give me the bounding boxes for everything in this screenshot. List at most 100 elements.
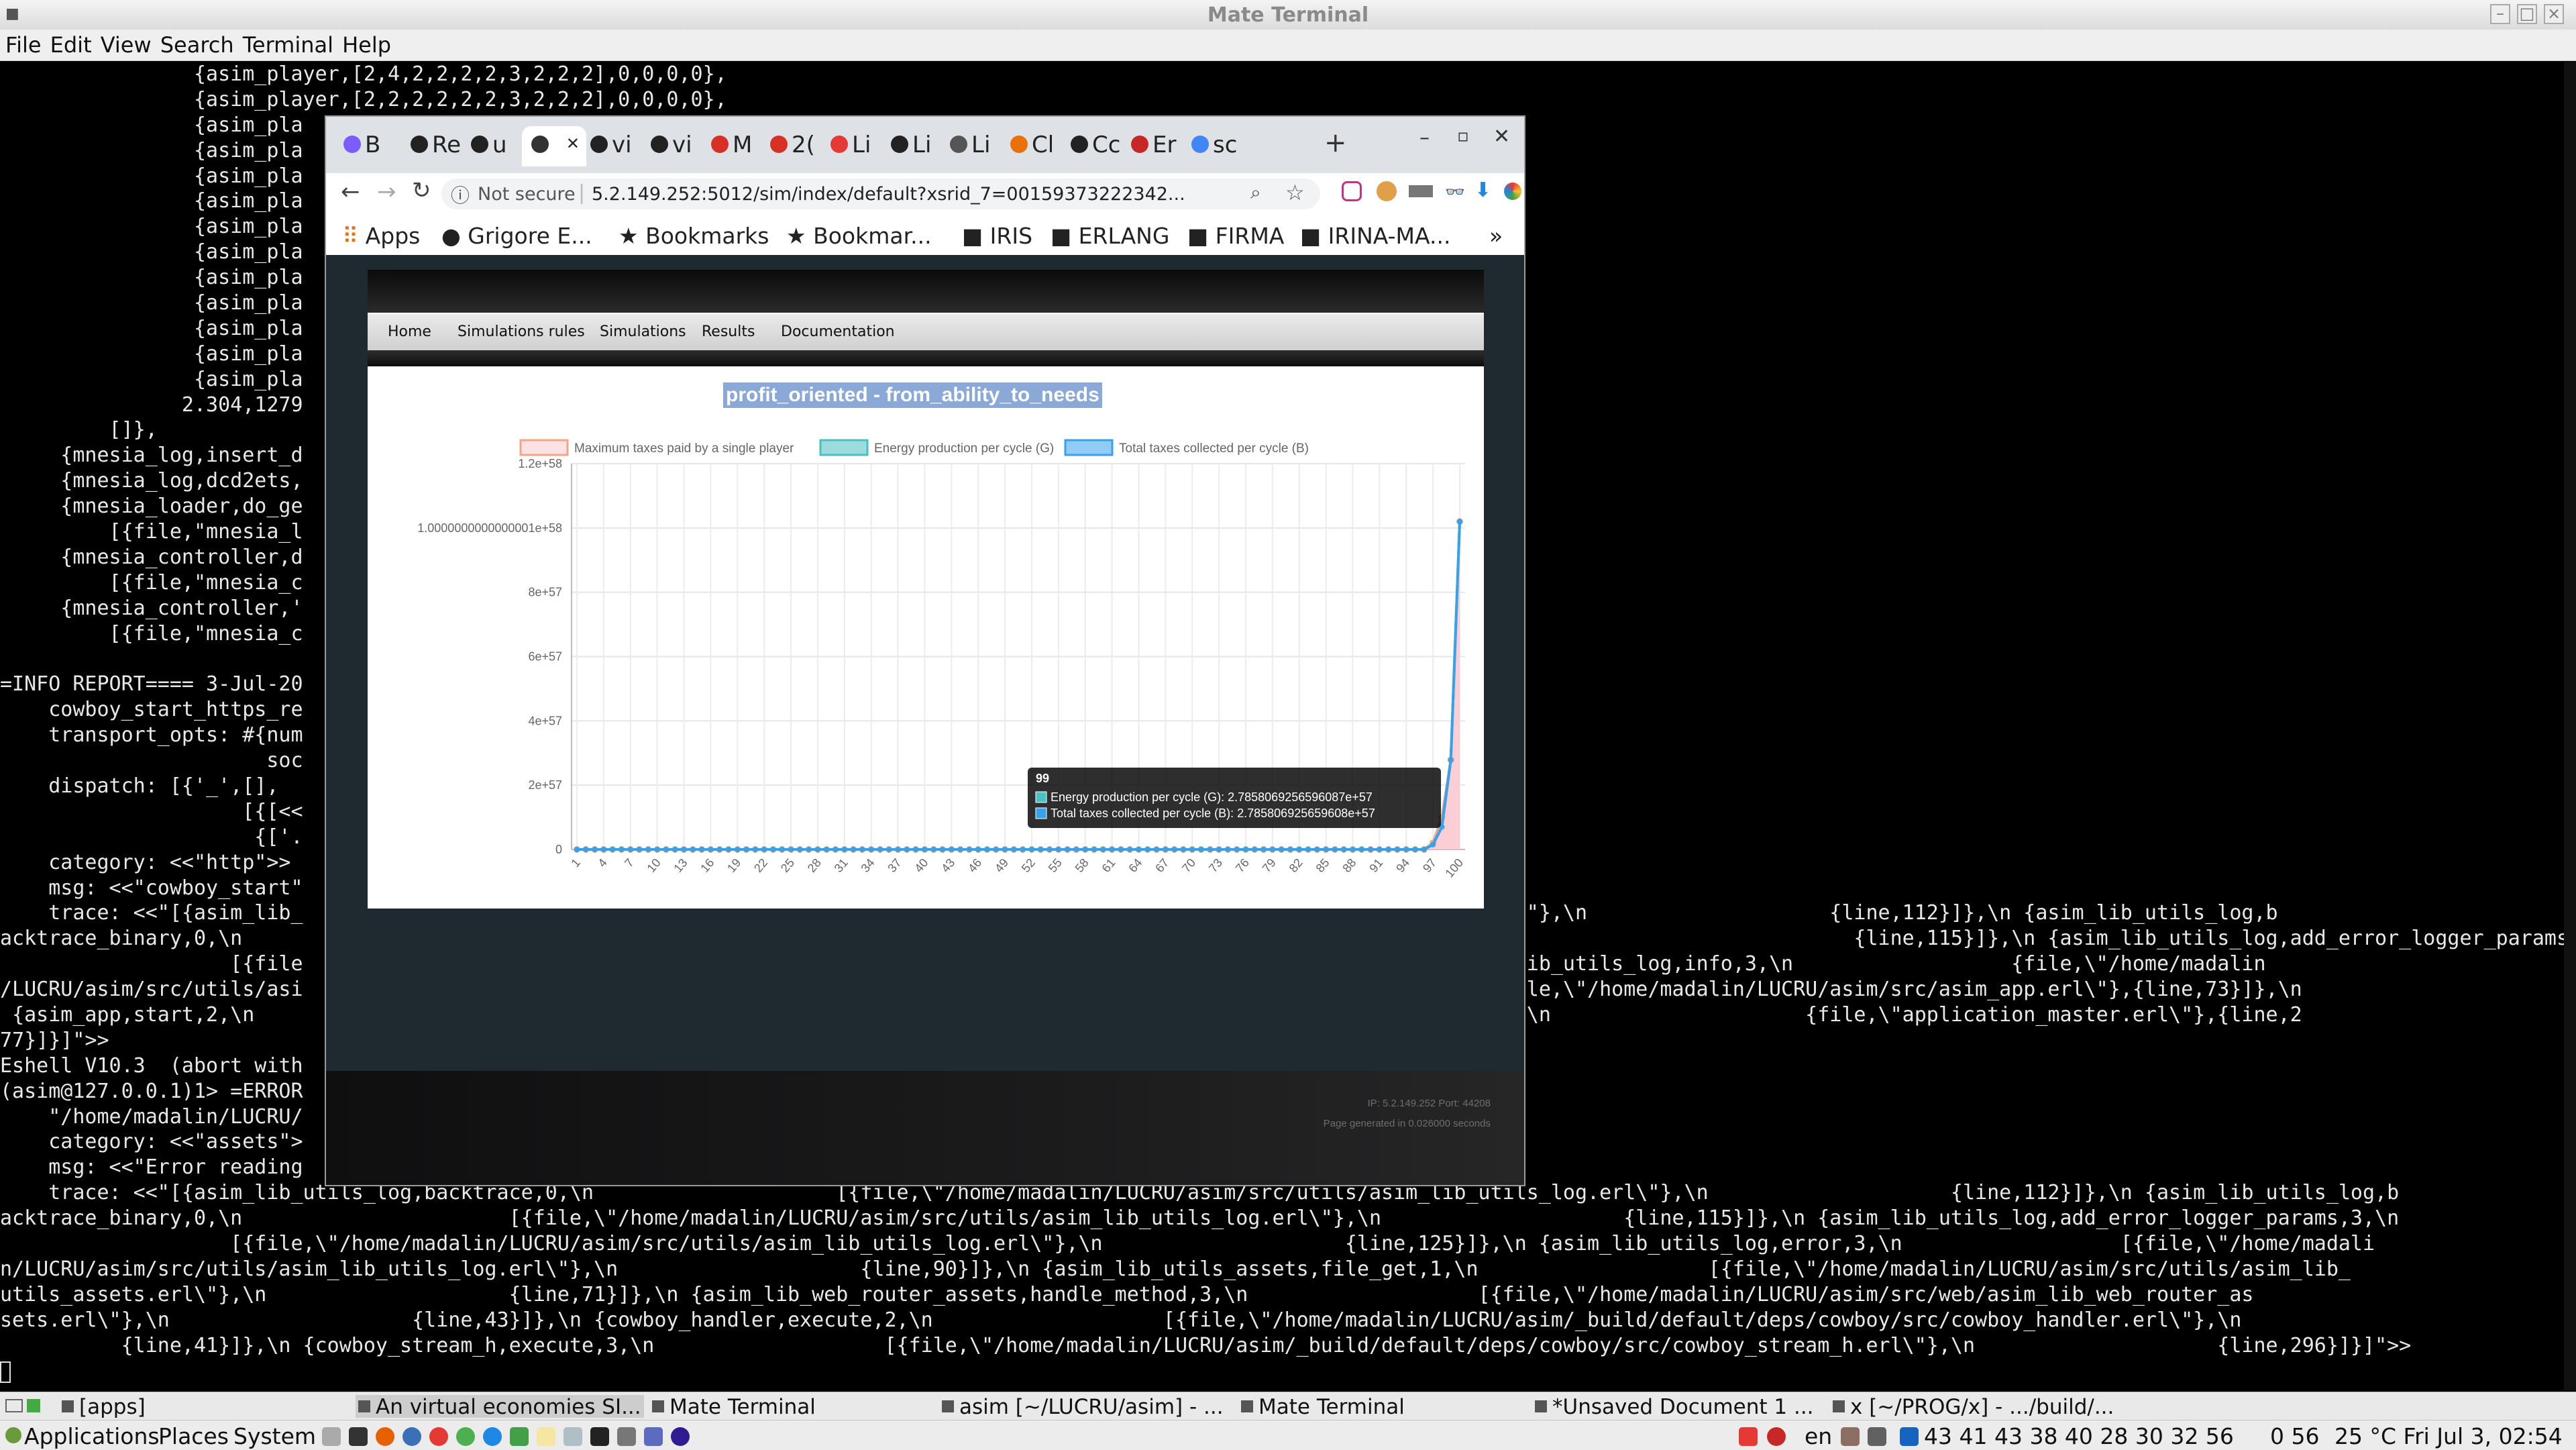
browser-tab[interactable]: vi (641, 126, 702, 166)
browser-tab[interactable]: Er (1122, 126, 1182, 166)
tab-close-icon[interactable]: ✕ (566, 134, 580, 153)
browser-tab[interactable]: Li (881, 126, 942, 166)
menu-help[interactable]: Help (337, 30, 391, 58)
taskbar-item[interactable]: *Unsaved Document 1 ... (1532, 1395, 1821, 1418)
data-point (1350, 847, 1356, 852)
show-desktop-icon[interactable] (5, 1399, 23, 1412)
text-editor-icon[interactable] (537, 1427, 555, 1446)
bookmark-folder-firma[interactable]: ■ FIRMA (1187, 223, 1284, 249)
close-icon[interactable]: ✕ (1493, 125, 1510, 148)
screenshot-icon[interactable] (564, 1427, 582, 1446)
forward-icon[interactable]: → (377, 178, 396, 205)
tab-favicon-icon (830, 136, 848, 153)
browser-tab[interactable]: ✕ (522, 126, 586, 166)
network-icon[interactable] (1841, 1427, 1860, 1446)
menu-system[interactable]: System (233, 1423, 316, 1449)
terminal-launcher-icon[interactable] (349, 1427, 368, 1446)
url-text[interactable]: 5.2.149.252:5012/sim/index/default?xsrid… (592, 184, 1185, 205)
archive-icon[interactable] (617, 1427, 636, 1446)
browser-tab[interactable]: Li (821, 126, 881, 166)
data-point (824, 847, 830, 852)
cookie-extension-icon[interactable] (1377, 181, 1397, 201)
launcher-icon[interactable] (322, 1427, 341, 1446)
menu-applications[interactable]: Applications (24, 1423, 160, 1449)
data-point (627, 847, 633, 852)
browser-tab[interactable]: vi (581, 126, 641, 166)
weather-clock[interactable]: 25 °C Fri Jul 3, 02:54 (2334, 1423, 2563, 1449)
menu-view[interactable]: View (95, 30, 152, 58)
extension-icon[interactable] (1409, 185, 1433, 197)
menu-search[interactable]: Search (155, 30, 234, 58)
nav-simulations-rules[interactable]: Simulations rules (458, 323, 585, 340)
browser-tab[interactable]: sc (1182, 126, 1242, 166)
data-point (663, 847, 669, 852)
network-tool-icon[interactable] (456, 1427, 475, 1446)
taskbar-item[interactable]: Mate Terminal (649, 1395, 931, 1418)
bookmark-folder-irina[interactable]: ■ IRINA-MA... (1300, 223, 1450, 249)
browser-tab[interactable]: Cc (1061, 126, 1122, 166)
terminal-scrollbar[interactable] (2564, 62, 2576, 1390)
monitor-icon[interactable] (590, 1427, 609, 1446)
chart[interactable]: Maximum taxes paid by a single player Ene… (368, 366, 1484, 909)
taskbar-item[interactable]: asim [~/LUCRU/asim] - ... (939, 1395, 1228, 1418)
nav-documentation[interactable]: Documentation (781, 323, 895, 340)
browser-tab[interactable]: B (334, 126, 394, 166)
nav-simulations[interactable]: Simulations (600, 323, 686, 340)
instagram-extension-icon[interactable] (1342, 181, 1362, 201)
alert-icon[interactable] (1739, 1427, 1758, 1446)
chrome-icon[interactable] (429, 1427, 448, 1446)
back-icon[interactable]: ← (341, 178, 360, 205)
glasses-extension-icon[interactable]: 👓 (1445, 183, 1465, 201)
taskbar-item[interactable]: An virtual economies SI... (356, 1395, 644, 1418)
menu-edit[interactable]: Edit (45, 30, 92, 58)
taskbar-item-label: [apps] (79, 1395, 146, 1418)
menu-terminal[interactable]: Terminal (237, 30, 333, 58)
browser-tab[interactable]: 2( (761, 126, 821, 166)
keyboard-layout[interactable]: en (1805, 1423, 1832, 1449)
bookmark-apps[interactable]: ⠿ Apps (342, 223, 420, 249)
volume-icon[interactable] (1868, 1427, 1886, 1446)
x-tick-label: 43 (938, 856, 957, 875)
pidgin-icon[interactable] (483, 1427, 502, 1446)
zoom-icon[interactable]: ⌕ (1250, 181, 1261, 204)
maximize-icon[interactable]: □ (2517, 4, 2537, 24)
app-icon[interactable] (644, 1427, 663, 1446)
bookmark-bookmarks[interactable]: ★ Bookmarks (619, 223, 769, 249)
close-icon[interactable]: × (2544, 4, 2564, 24)
browser-tab[interactable]: Cl (1001, 126, 1061, 166)
menu-file[interactable]: File (0, 30, 42, 58)
bookmarks-overflow[interactable]: » (1489, 223, 1503, 249)
firefox-icon[interactable] (376, 1427, 394, 1446)
bookmark-folder-erlang[interactable]: ■ ERLANG (1051, 223, 1169, 249)
workspace-icon[interactable] (27, 1399, 40, 1412)
minimize-icon[interactable]: – (1419, 126, 1430, 150)
nav-results[interactable]: Results (702, 323, 755, 340)
info-icon[interactable]: ⓘ (451, 181, 470, 208)
calculator-icon[interactable] (510, 1427, 529, 1446)
menu-places[interactable]: Places (158, 1423, 229, 1449)
browser-tab[interactable]: u (462, 126, 522, 166)
omnibox[interactable]: ⓘ Not secure | 5.2.149.252:5012/sim/inde… (441, 178, 1320, 209)
bookmark-folder-iris[interactable]: ■ IRIS (962, 223, 1032, 249)
minimize-icon[interactable]: – (2490, 4, 2510, 24)
star-icon[interactable]: ☆ (1285, 180, 1305, 205)
color-extension-icon[interactable] (1504, 183, 1521, 200)
reload-icon[interactable]: ↻ (412, 177, 431, 204)
system-monitor-icon[interactable] (1900, 1427, 1919, 1446)
update-icon[interactable] (1767, 1427, 1786, 1446)
restore-icon[interactable]: ▫ (1457, 126, 1469, 146)
browser-tab[interactable]: M (702, 126, 762, 166)
new-tab-button[interactable]: + (1324, 127, 1347, 158)
github-desktop-icon[interactable] (402, 1427, 421, 1446)
media-icon[interactable] (671, 1427, 690, 1446)
nav-home[interactable]: Home (388, 323, 431, 340)
bookmark-grigore[interactable]: ● Grigore E... (441, 223, 592, 249)
browser-tab[interactable]: Re (401, 126, 462, 166)
download-extension-icon[interactable]: ⬇ (1474, 178, 1491, 202)
taskbar-item[interactable]: x [~/PROG/x] - .../build/... (1830, 1395, 2125, 1418)
taskbar-item[interactable]: Mate Terminal (1238, 1395, 1527, 1418)
x-tick-label: 28 (805, 856, 824, 875)
bookmark-bookmar[interactable]: ★ Bookmar... (786, 223, 932, 249)
taskbar-item[interactable]: [apps] (59, 1395, 347, 1418)
browser-tab[interactable]: Li (941, 126, 1001, 166)
